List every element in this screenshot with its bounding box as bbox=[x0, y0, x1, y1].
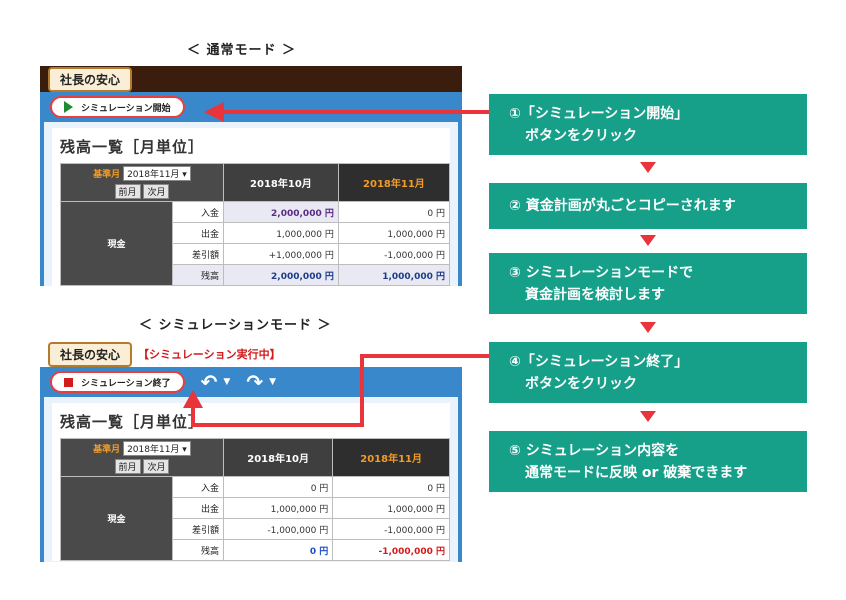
step-4-line1: ④「シミュレーション終了」 bbox=[509, 353, 689, 370]
step-4-line2: ボタンをクリック bbox=[525, 375, 637, 392]
step-3-line2: 資金計画を検討します bbox=[525, 286, 665, 303]
step-2-line1: ② 資金計画が丸ごとコピーされます bbox=[509, 198, 736, 214]
down-arrow bbox=[640, 235, 656, 246]
step-3: ③ シミュレーションモードで 資金計画を検討します bbox=[489, 253, 807, 314]
step-5-line2: 通常モードに反映 or 破棄できます bbox=[525, 464, 748, 481]
step-4: ④「シミュレーション終了」 ボタンをクリック bbox=[489, 342, 807, 403]
down-arrow bbox=[640, 411, 656, 422]
step-5: ⑤ シミュレーション内容を 通常モードに反映 or 破棄できます bbox=[489, 431, 807, 492]
step-3-line1: ③ シミュレーションモードで bbox=[509, 264, 694, 281]
step-5-line1: ⑤ シミュレーション内容を bbox=[509, 442, 680, 459]
step-1-line1: ①「シミュレーション開始」 bbox=[509, 105, 689, 122]
down-arrow bbox=[640, 162, 656, 173]
arrow-to-start-button bbox=[204, 102, 489, 122]
down-arrow bbox=[640, 322, 656, 333]
step-1-line2: ボタンをクリック bbox=[525, 127, 637, 144]
arrow-to-end-button bbox=[183, 354, 489, 427]
step-2: ② 資金計画が丸ごとコピーされます bbox=[489, 183, 807, 229]
step-1: ①「シミュレーション開始」 ボタンをクリック bbox=[489, 94, 807, 155]
